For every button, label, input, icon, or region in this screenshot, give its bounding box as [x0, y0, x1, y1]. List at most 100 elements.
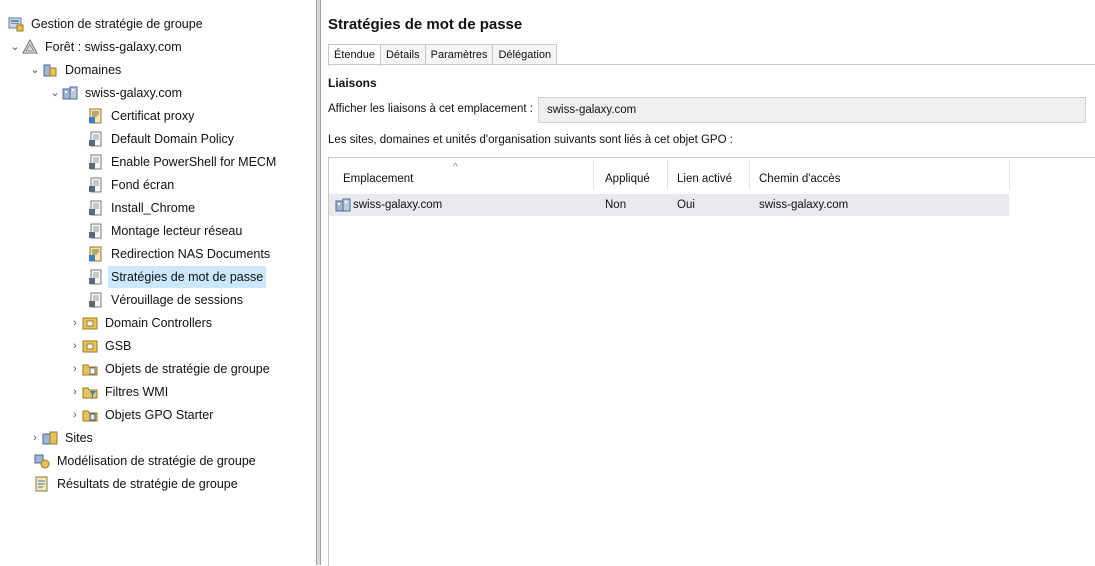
sites-icon [42, 430, 58, 446]
domain-icon [62, 85, 78, 101]
column-divider[interactable] [593, 160, 594, 190]
gpo-link-strategies-mot-de-passe[interactable]: Stratégies de mot de passe [88, 266, 267, 288]
chevron-right-icon[interactable]: › [28, 427, 42, 449]
gpo-link-install-chrome[interactable]: Install_Chrome [88, 197, 198, 219]
gpo-link-icon [88, 154, 104, 170]
page-title: Stratégies de mot de passe [328, 16, 523, 33]
chevron-right-icon[interactable]: › [68, 312, 82, 334]
tab-divider [328, 64, 1095, 65]
modeling-icon [34, 453, 50, 469]
tree-wmi-filters[interactable]: › Filtres WMI [68, 381, 171, 403]
domain-icon [335, 197, 351, 213]
gpo-label: Stratégies de mot de passe [108, 266, 267, 288]
console-tree: Gestion de stratégie de groupe ⌄ Forêt :… [0, 0, 316, 565]
chevron-down-icon[interactable]: ⌄ [48, 82, 62, 104]
chevron-right-icon[interactable]: › [68, 335, 82, 357]
tree-results[interactable]: Résultats de stratégie de groupe [34, 473, 241, 495]
tree-root[interactable]: Gestion de stratégie de groupe [8, 13, 206, 35]
gpo-label: Certificat proxy [111, 109, 195, 123]
ou-icon [82, 315, 98, 331]
sort-ascending-icon: ^ [453, 162, 458, 173]
details-pane: Stratégies de mot de passe Étendue Détai… [322, 10, 1095, 566]
tree-domains-label: Domaines [65, 63, 122, 77]
gpo-link-icon [88, 177, 104, 193]
tree-sites-label: Sites [65, 431, 93, 445]
gpo-link-icon [88, 223, 104, 239]
container-label: Objets GPO Starter [105, 408, 214, 422]
domains-icon [42, 62, 58, 78]
gpo-folder-icon [82, 361, 98, 377]
tree-gpo-objects[interactable]: › Objets de stratégie de groupe [68, 358, 273, 380]
column-divider[interactable] [1009, 160, 1010, 190]
gpo-link-fond-ecran[interactable]: Fond écran [88, 174, 177, 196]
container-label: Objets de stratégie de groupe [105, 362, 270, 376]
gpo-link-icon [88, 292, 104, 308]
gpo-link-icon [88, 108, 104, 124]
tab-strip: Étendue Détails Paramètres Délégation [328, 44, 558, 66]
path-cell: swiss-galaxy.com [759, 199, 849, 211]
gpo-link-montage-lecteur[interactable]: Montage lecteur réseau [88, 220, 245, 242]
gpo-link-icon [88, 246, 104, 262]
column-divider[interactable] [749, 160, 750, 190]
pane-splitter[interactable] [316, 0, 321, 565]
chevron-right-icon[interactable]: › [68, 358, 82, 380]
section-heading: Liaisons [328, 76, 377, 90]
tab-details[interactable]: Détails [379, 44, 426, 65]
tree-results-label: Résultats de stratégie de groupe [57, 477, 238, 491]
tab-parametres[interactable]: Paramètres [424, 44, 494, 65]
gpo-label: Montage lecteur réseau [111, 224, 243, 238]
container-label: GSB [105, 339, 132, 353]
tree-root-label: Gestion de stratégie de groupe [31, 17, 203, 31]
gpo-link-enable-powershell[interactable]: Enable PowerShell for MECM [88, 151, 279, 173]
gpo-link-certificat-proxy[interactable]: Certificat proxy [88, 105, 197, 127]
gpo-label: Fond écran [111, 178, 175, 192]
gpo-link-default-domain-policy[interactable]: Default Domain Policy [88, 128, 237, 150]
gpo-label: Install_Chrome [111, 201, 196, 215]
tab-delegation[interactable]: Délégation [492, 44, 558, 65]
tree-gsb[interactable]: › GSB [68, 335, 134, 357]
tree-domain[interactable]: ⌄ swiss-galaxy.com [48, 82, 185, 104]
gpo-label: Enable PowerShell for MECM [111, 155, 277, 169]
tree-modeling[interactable]: Modélisation de stratégie de groupe [34, 450, 259, 472]
container-label: Domain Controllers [105, 316, 212, 330]
ou-icon [82, 338, 98, 354]
location-text: swiss-galaxy.com [353, 199, 443, 211]
location-cell: swiss-galaxy.com [335, 194, 442, 216]
show-links-dropdown[interactable]: swiss-galaxy.com [538, 97, 1086, 123]
gpo-link-redirection-nas[interactable]: Redirection NAS Documents [88, 243, 273, 265]
table-row[interactable]: swiss-galaxy.com Non Oui swiss-galaxy.co… [329, 194, 1009, 216]
container-label: Filtres WMI [105, 385, 169, 399]
results-icon [34, 476, 50, 492]
chevron-right-icon[interactable]: › [68, 381, 82, 403]
enforced-cell: Non [605, 199, 627, 211]
tab-etendue[interactable]: Étendue [328, 44, 381, 66]
gpmc-icon [8, 16, 24, 32]
column-divider[interactable] [667, 160, 668, 190]
gpo-label: Vérouillage de sessions [111, 293, 244, 307]
gpo-link-verouillage-sessions[interactable]: Vérouillage de sessions [88, 289, 246, 311]
tree-starter-gpos[interactable]: › Objets GPO Starter [68, 404, 216, 426]
gpo-label: Default Domain Policy [111, 132, 234, 146]
enabled-cell: Oui [677, 199, 695, 211]
gpo-link-icon [88, 269, 104, 285]
tree-domains[interactable]: ⌄ Domaines [28, 59, 124, 81]
links-list[interactable]: ^ Emplacement Appliqué Lien activé Chemi… [328, 157, 1095, 566]
gpo-label: Redirection NAS Documents [111, 247, 271, 261]
forest-icon [22, 39, 38, 55]
tree-forest-label: Forêt : swiss-galaxy.com [45, 40, 182, 54]
tree-sites[interactable]: › Sites [28, 427, 96, 449]
gpo-link-icon [88, 200, 104, 216]
tree-domain-label: swiss-galaxy.com [85, 86, 183, 100]
chevron-right-icon[interactable]: › [68, 404, 82, 426]
column-header-path[interactable]: Chemin d'accès [759, 158, 840, 192]
column-header-enabled[interactable]: Lien activé [677, 158, 732, 192]
tree-domain-controllers[interactable]: › Domain Controllers [68, 312, 215, 334]
chevron-down-icon[interactable]: ⌄ [28, 59, 42, 81]
tree-forest[interactable]: ⌄ Forêt : swiss-galaxy.com [8, 36, 185, 58]
gpo-link-icon [88, 131, 104, 147]
chevron-down-icon[interactable]: ⌄ [8, 36, 22, 58]
column-header-location[interactable]: Emplacement [343, 158, 413, 192]
starter-gpo-folder-icon [82, 407, 98, 423]
wmi-folder-icon [82, 384, 98, 400]
column-header-enforced[interactable]: Appliqué [605, 158, 650, 192]
